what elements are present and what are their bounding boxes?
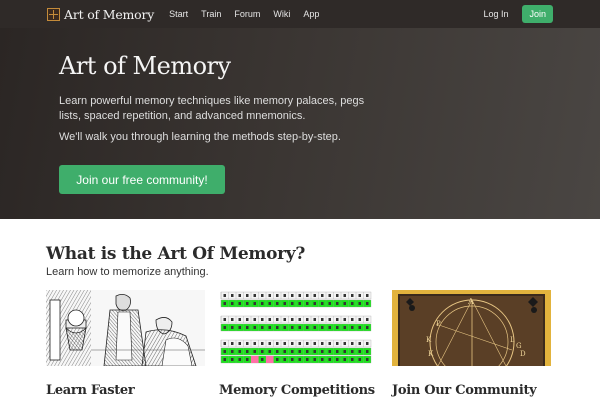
join-community-button[interactable]: Join our free community!	[59, 165, 225, 194]
brand-name: Art of Memory	[64, 6, 155, 22]
nav-link-wiki[interactable]: Wiki	[273, 9, 290, 19]
hero-title: Art of Memory	[59, 52, 231, 80]
svg-text:D: D	[520, 350, 526, 358]
card-title-join-community[interactable]: Join Our Community	[392, 383, 537, 398]
card-title-learn-faster[interactable]: Learn Faster	[46, 383, 135, 398]
number-grid-icon	[220, 291, 372, 364]
section-title: What is the Art Of Memory?	[46, 244, 306, 264]
learn-faster-image[interactable]	[46, 290, 205, 366]
card-title-memory-competitions[interactable]: Memory Competitions	[219, 383, 375, 398]
astrological-circle-icon: A P K K L G D	[392, 290, 551, 366]
section-subtitle: Learn how to memorize anything.	[46, 266, 209, 278]
svg-text:A: A	[467, 297, 474, 306]
login-link[interactable]: Log In	[483, 9, 508, 19]
hero-subtitle: We'll walk you through learning the meth…	[59, 131, 341, 143]
engraving-illustration-icon	[46, 290, 205, 366]
hero-banner: Art of Memory Learn powerful memory tech…	[0, 28, 600, 219]
nav-auth: Log In Join	[483, 5, 553, 23]
svg-text:L: L	[510, 336, 515, 344]
nav-link-train[interactable]: Train	[201, 9, 221, 19]
svg-text:P: P	[436, 320, 441, 328]
join-button[interactable]: Join	[522, 5, 553, 23]
top-navbar: Art of Memory Start Train Forum Wiki App…	[0, 0, 600, 28]
nav-links: Start Train Forum Wiki App	[169, 9, 332, 19]
svg-text:K: K	[428, 350, 434, 358]
nav-link-start[interactable]: Start	[169, 9, 188, 19]
svg-text:K: K	[426, 336, 432, 344]
nav-link-app[interactable]: App	[303, 9, 319, 19]
nav-link-forum[interactable]: Forum	[234, 9, 260, 19]
brand-logo-icon	[47, 7, 60, 21]
hero-description: Learn powerful memory techniques like me…	[59, 95, 365, 122]
join-community-image[interactable]: A P K K L G D	[392, 290, 551, 366]
brand[interactable]: Art of Memory	[47, 7, 154, 22]
memory-competitions-image[interactable]	[219, 290, 378, 366]
svg-text:G: G	[516, 342, 522, 350]
